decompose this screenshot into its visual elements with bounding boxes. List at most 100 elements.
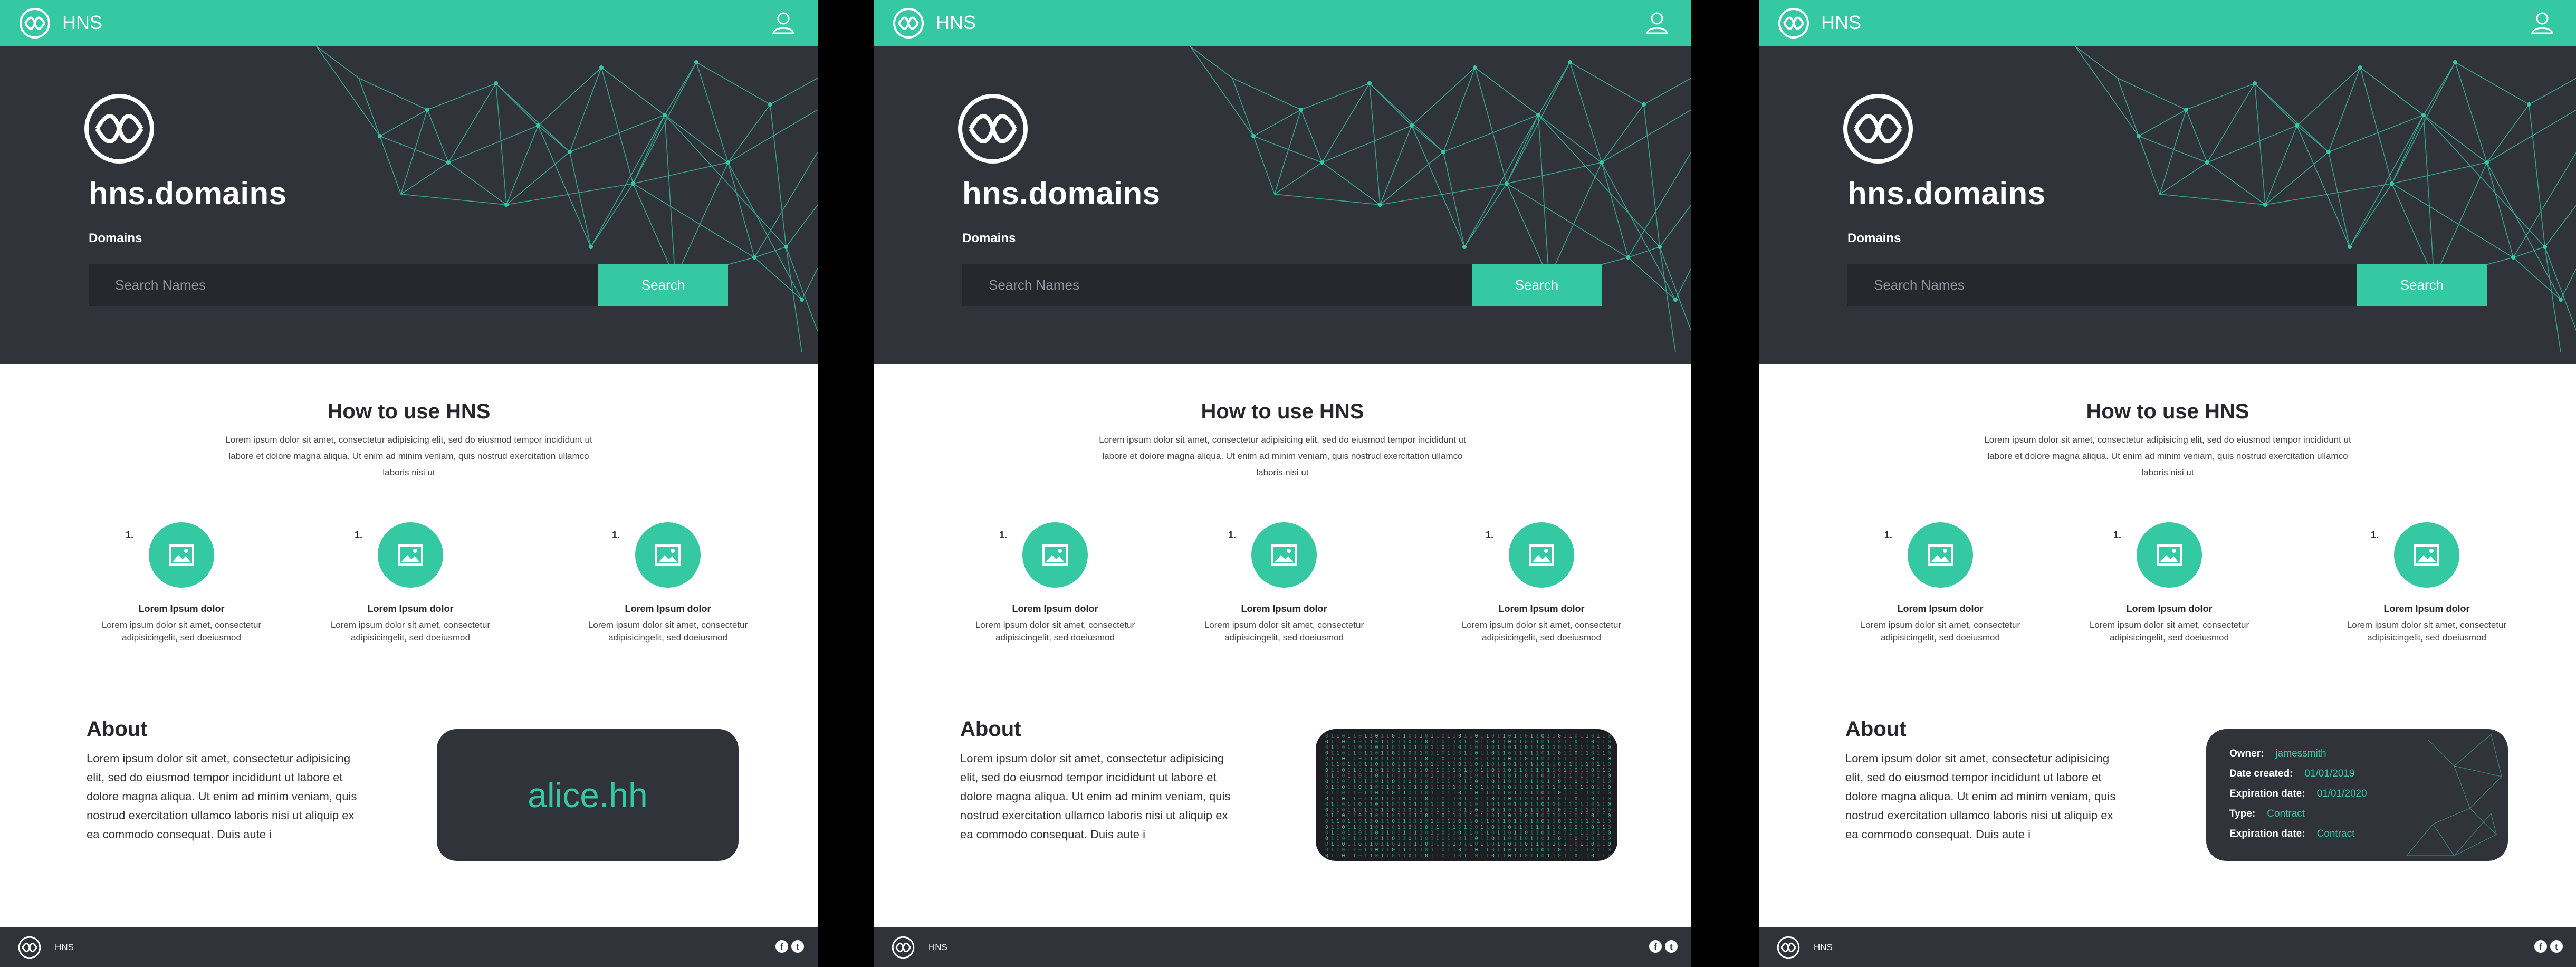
- svg-text:1: 1: [1514, 807, 1517, 813]
- svg-text:0: 0: [1325, 773, 1328, 779]
- svg-text:0: 0: [1342, 750, 1345, 756]
- svg-text:1: 1: [1569, 790, 1572, 796]
- domain-details-card[interactable]: Owner: jamessmith Date created: 01/01/2019 E…: [2206, 729, 2508, 861]
- svg-text:1: 1: [1547, 853, 1550, 859]
- brand-name[interactable]: HNS: [936, 12, 976, 34]
- svg-text:1: 1: [1336, 836, 1339, 841]
- svg-text:1: 1: [1469, 739, 1472, 745]
- step-text: Lorem ipsum dolor sit amet, consectetur …: [1204, 620, 1364, 643]
- brand-name[interactable]: HNS: [62, 12, 102, 34]
- svg-text:1: 1: [1436, 830, 1439, 836]
- image-icon: [1042, 544, 1068, 566]
- facebook-icon[interactable]: f: [2534, 940, 2547, 953]
- svg-text:0: 0: [1358, 836, 1362, 841]
- svg-text:1: 1: [1370, 819, 1373, 825]
- svg-text:0: 0: [1342, 802, 1345, 808]
- svg-text:1: 1: [1564, 841, 1567, 847]
- svg-text:1: 1: [1497, 773, 1500, 779]
- svg-text:1: 1: [1464, 733, 1467, 739]
- svg-text:1: 1: [1580, 841, 1583, 847]
- svg-text:0: 0: [1458, 853, 1461, 859]
- search-input[interactable]: Search Names: [1847, 264, 2357, 306]
- search-button[interactable]: Search: [598, 264, 728, 306]
- svg-text:1: 1: [1497, 847, 1500, 853]
- svg-text:0: 0: [1475, 768, 1478, 773]
- hns-logo-icon[interactable]: [893, 7, 924, 39]
- svg-text:1: 1: [1553, 739, 1556, 745]
- svg-text:0: 0: [1475, 784, 1478, 790]
- user-icon[interactable]: [771, 11, 796, 35]
- svg-text:1: 1: [1331, 773, 1334, 779]
- hns-logo-icon[interactable]: [1778, 7, 1809, 39]
- svg-text:1: 1: [1364, 847, 1367, 853]
- svg-text:1: 1: [1602, 819, 1605, 825]
- svg-text:0: 0: [1558, 762, 1561, 768]
- svg-text:1: 1: [1580, 825, 1583, 830]
- svg-text:1: 1: [1536, 750, 1539, 756]
- hns-logo-icon[interactable]: [19, 7, 51, 39]
- facebook-icon[interactable]: f: [775, 940, 788, 953]
- svg-text:1: 1: [1597, 733, 1600, 739]
- user-icon[interactable]: [2530, 11, 2554, 35]
- twitter-icon[interactable]: t: [2550, 940, 2563, 953]
- hns-logo-icon[interactable]: [892, 936, 915, 959]
- footer-brand[interactable]: HNS: [928, 942, 947, 953]
- svg-text:1: 1: [1597, 841, 1600, 847]
- svg-text:1: 1: [1530, 779, 1534, 784]
- footer-brand[interactable]: HNS: [55, 942, 74, 953]
- svg-text:1: 1: [1569, 836, 1572, 841]
- svg-text:0: 0: [1491, 853, 1495, 859]
- svg-text:0: 0: [1425, 813, 1428, 819]
- svg-text:1: 1: [1414, 836, 1417, 841]
- svg-text:0: 0: [1575, 830, 1578, 836]
- svg-text:0: 0: [1458, 813, 1461, 819]
- svg-text:0: 0: [1342, 784, 1345, 790]
- svg-text:1: 1: [1436, 825, 1439, 830]
- svg-text:0: 0: [1358, 807, 1362, 813]
- search-button[interactable]: Search: [1472, 264, 1602, 306]
- facebook-icon[interactable]: f: [1649, 940, 1662, 953]
- svg-text:0: 0: [1409, 796, 1412, 802]
- image-icon: [1271, 544, 1297, 566]
- svg-text:1: 1: [1453, 825, 1456, 830]
- search-button[interactable]: Search: [2357, 264, 2487, 306]
- footer-brand[interactable]: HNS: [1814, 942, 1833, 953]
- svg-text:0: 0: [1491, 807, 1495, 813]
- svg-text:1: 1: [1497, 790, 1500, 796]
- svg-text:1: 1: [1453, 853, 1456, 859]
- svg-text:1: 1: [1447, 750, 1450, 756]
- svg-text:0: 0: [1392, 813, 1395, 819]
- svg-text:1: 1: [1480, 739, 1483, 745]
- svg-text:0: 0: [1392, 819, 1395, 825]
- svg-text:1: 1: [1447, 796, 1450, 802]
- svg-text:0: 0: [1508, 841, 1511, 847]
- domain-card[interactable]: alice.hh: [437, 729, 739, 861]
- svg-text:0: 0: [1525, 779, 1528, 784]
- svg-text:0: 0: [1392, 830, 1395, 836]
- svg-text:1: 1: [1381, 807, 1384, 813]
- hns-logo-icon[interactable]: [18, 936, 41, 959]
- brand-name[interactable]: HNS: [1821, 12, 1861, 34]
- svg-text:0: 0: [1575, 847, 1578, 853]
- svg-text:0: 0: [1541, 768, 1545, 773]
- step-circle: [1908, 522, 1973, 588]
- binary-code-card[interactable]: 0000000000000000000000111111111111111111…: [1316, 729, 1617, 861]
- twitter-icon[interactable]: t: [791, 940, 804, 953]
- svg-text:1: 1: [1580, 773, 1583, 779]
- svg-text:0: 0: [1325, 847, 1328, 853]
- svg-text:0: 0: [1525, 768, 1528, 773]
- search-input[interactable]: Search Names: [89, 264, 598, 306]
- footer: HNS f t: [0, 927, 818, 967]
- svg-text:0: 0: [1342, 836, 1345, 841]
- svg-text:1: 1: [1564, 847, 1567, 853]
- svg-text:1: 1: [1536, 745, 1539, 751]
- svg-text:1: 1: [1453, 756, 1456, 762]
- svg-text:0: 0: [1442, 819, 1445, 825]
- user-icon[interactable]: [1645, 11, 1669, 35]
- hns-logo-icon[interactable]: [1777, 936, 1800, 959]
- svg-text:1: 1: [1420, 762, 1423, 768]
- svg-text:1: 1: [1586, 756, 1589, 762]
- twitter-icon[interactable]: t: [1665, 940, 1678, 953]
- svg-text:0: 0: [1475, 847, 1478, 853]
- search-input[interactable]: Search Names: [962, 264, 1472, 306]
